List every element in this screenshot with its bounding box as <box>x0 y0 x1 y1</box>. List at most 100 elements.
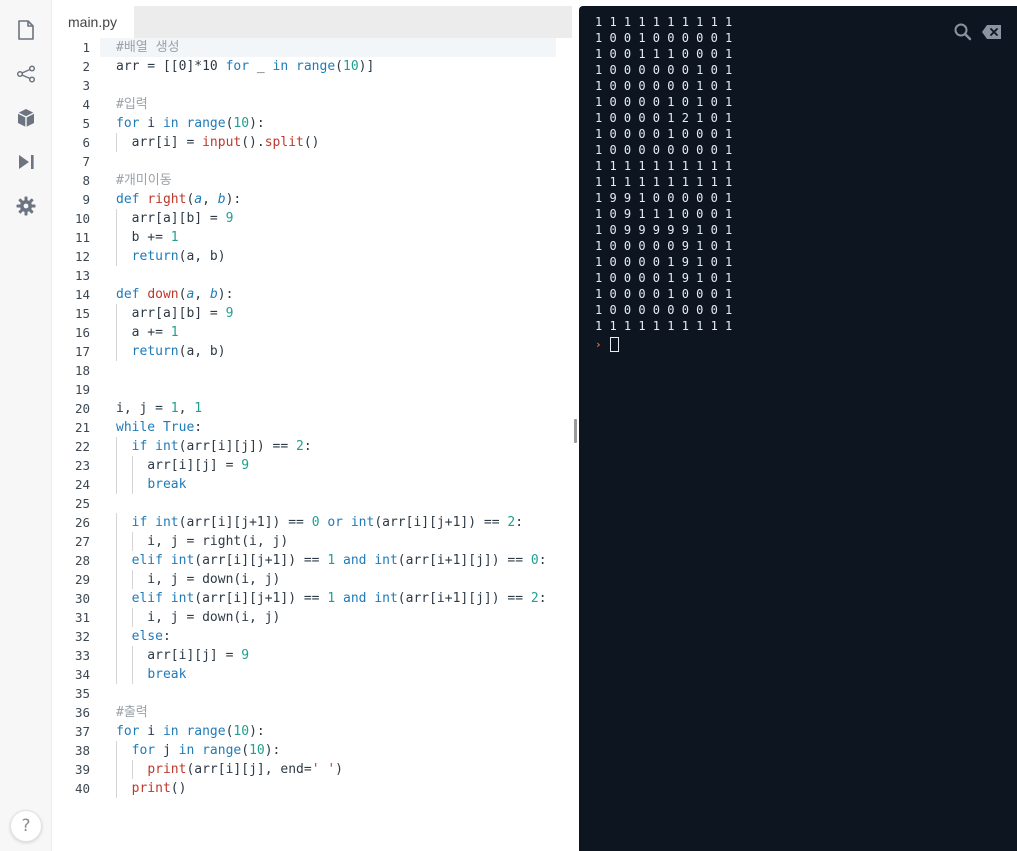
line-number-gutter: 1 2 3 4 5 6 7 8 9 10 11 12 13 14 15 16 17 18 19 20 21 22 23 24 2… <box>52 38 100 851</box>
code-token: else <box>131 629 163 644</box>
line-number: 35 <box>74 686 90 701</box>
line-number: 9 <box>82 192 90 207</box>
console-output-line: 1 0 0 0 0 1 9 1 0 1 <box>595 255 733 269</box>
line-number: 37 <box>74 724 90 739</box>
line-number: 4 <box>82 97 90 112</box>
code-token: : <box>538 591 547 606</box>
code-token: (arr[i][j+1]) == <box>194 591 328 606</box>
code-token: i, j = down(i, j) <box>116 572 281 587</box>
tab-main-py[interactable]: main.py <box>52 6 134 38</box>
code-token: range <box>296 59 336 74</box>
code-token: , <box>194 287 210 302</box>
code-line: if int(arr[i][j]) == 2: <box>116 437 312 456</box>
code-line: b += 1 <box>116 228 179 247</box>
line-number: 38 <box>74 743 90 758</box>
code-token: arr[a][b] = <box>116 306 226 321</box>
code-token: while <box>116 420 156 435</box>
clear-console-icon[interactable] <box>981 24 1003 40</box>
code-token: (). <box>241 135 265 150</box>
code-token: 10 <box>233 116 250 131</box>
code-token: 1 <box>170 401 179 416</box>
code-token: #개미이동 <box>116 173 172 188</box>
code-token: 1 <box>194 401 203 416</box>
console-output-line: 1 0 0 0 0 0 0 1 0 1 <box>595 79 733 93</box>
line-number: 29 <box>74 572 90 587</box>
code-token: break <box>147 667 187 682</box>
code-line: i, j = down(i, j) <box>116 608 280 627</box>
code-token: b <box>217 192 226 207</box>
line-number: 39 <box>74 762 90 777</box>
line-number: 20 <box>74 401 90 416</box>
code-token: a += <box>116 325 171 340</box>
code-line: return(a, b) <box>116 247 226 266</box>
code-token: 1 <box>327 553 336 568</box>
help-button[interactable]: ? <box>10 810 42 842</box>
console-output-line: 1 0 9 9 9 9 9 1 0 1 <box>595 223 733 237</box>
code-line: break <box>116 665 186 684</box>
line-number: 6 <box>82 135 90 150</box>
editor-tab-bar: main.py <box>52 6 572 38</box>
run-icon[interactable] <box>14 150 38 174</box>
code-token: 1 <box>170 325 179 340</box>
code-token: i, j = down(i, j) <box>116 610 281 625</box>
code-token: () <box>170 781 187 796</box>
indent-guide <box>116 551 117 570</box>
share-icon[interactable] <box>14 62 38 86</box>
code-token: int <box>350 515 375 530</box>
code-token: return <box>131 344 179 359</box>
code-area[interactable]: #배열 생성 arr = [[0]*10 for _ in range(10)] #… <box>100 38 556 851</box>
line-number: 5 <box>82 116 90 131</box>
code-line: arr = [[0]*10 for _ in range(10)] <box>116 57 374 76</box>
console-panel[interactable]: 1 1 1 1 1 1 1 1 1 1 1 0 0 1 0 0 0 0 0 1 1 … <box>579 6 1017 851</box>
code-token: and <box>343 591 367 606</box>
code-token: : <box>515 515 524 530</box>
gear-icon[interactable] <box>14 194 38 218</box>
code-token: 0 <box>311 515 320 530</box>
indent-guide <box>116 513 117 532</box>
code-line: #배열 생성 <box>116 38 180 57</box>
code-token: ( <box>335 59 343 74</box>
console-output-line: 1 1 1 1 1 1 1 1 1 1 <box>595 175 733 189</box>
file-icon[interactable] <box>14 18 38 42</box>
tab-label: main.py <box>68 14 118 30</box>
code-token: arr[i] = <box>116 135 203 150</box>
code-line: print() <box>116 779 187 798</box>
line-number: 1 <box>82 40 90 55</box>
indent-guide <box>116 323 117 342</box>
indent-guide <box>116 741 117 760</box>
line-number: 13 <box>74 268 90 283</box>
indent-guide <box>131 608 133 627</box>
code-line: arr[i][j] = 9 <box>116 456 249 475</box>
code-token: right <box>147 192 187 207</box>
code-token: i, j = <box>116 401 171 416</box>
splitter-grip[interactable] <box>574 419 577 443</box>
line-number: 24 <box>74 477 90 492</box>
indent-guide <box>131 760 133 779</box>
code-token: ): <box>225 192 242 207</box>
prompt-caret-icon: › <box>595 337 602 351</box>
code-token: i, j = right(i, j) <box>116 534 289 549</box>
code-line: #개미이동 <box>116 171 172 190</box>
code-token: a <box>194 192 203 207</box>
line-number: 40 <box>74 781 90 796</box>
line-number: 2 <box>82 59 90 74</box>
console-output-line: 1 0 9 1 1 1 0 0 0 1 <box>595 207 733 221</box>
line-number: 16 <box>74 325 90 340</box>
code-token: for <box>116 116 140 131</box>
console-prompt[interactable]: › <box>595 336 619 352</box>
package-icon[interactable] <box>14 106 38 130</box>
indent-guide <box>116 228 117 247</box>
search-icon[interactable] <box>953 22 973 42</box>
console-output-line: 1 1 1 1 1 1 1 1 1 1 <box>595 15 733 29</box>
pane-splitter[interactable] <box>572 0 579 851</box>
code-line: i, j = 1, 1 <box>116 399 202 418</box>
console-output-line: 1 0 0 0 0 0 0 1 0 1 <box>595 63 733 77</box>
code-line: a += 1 <box>116 323 179 342</box>
